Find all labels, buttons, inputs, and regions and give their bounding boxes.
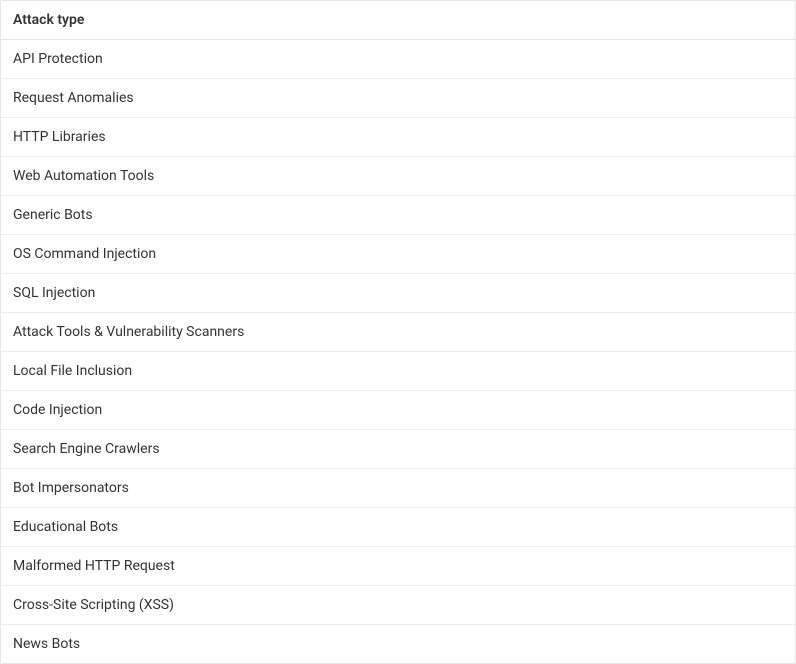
row-label: Web Automation Tools <box>13 168 154 184</box>
table-row[interactable]: Local File Inclusion <box>1 352 795 391</box>
header-label: Attack type <box>13 12 84 28</box>
attack-type-table: Attack type API Protection Request Anoma… <box>0 0 796 664</box>
table-row[interactable]: Attack Tools & Vulnerability Scanners <box>1 313 795 352</box>
table-row[interactable]: Request Anomalies <box>1 79 795 118</box>
row-label: SQL Injection <box>13 285 95 301</box>
row-label: Bot Impersonators <box>13 480 129 496</box>
row-label: Generic Bots <box>13 207 93 223</box>
row-label: Educational Bots <box>13 519 118 535</box>
table-row[interactable]: Malformed HTTP Request <box>1 547 795 586</box>
table-row[interactable]: Search Engine Crawlers <box>1 430 795 469</box>
table-row[interactable]: Bot Impersonators <box>1 469 795 508</box>
table-row[interactable]: OS Command Injection <box>1 235 795 274</box>
table-row[interactable]: HTTP Libraries <box>1 118 795 157</box>
table-row[interactable]: News Bots <box>1 625 795 663</box>
table-row[interactable]: SQL Injection <box>1 274 795 313</box>
row-label: Local File Inclusion <box>13 363 132 379</box>
table-row[interactable]: Web Automation Tools <box>1 157 795 196</box>
row-label: API Protection <box>13 51 103 67</box>
table-header: Attack type <box>1 1 795 40</box>
row-label: Code Injection <box>13 402 102 418</box>
table-row[interactable]: Cross-Site Scripting (XSS) <box>1 586 795 625</box>
row-label: Search Engine Crawlers <box>13 441 160 457</box>
table-row[interactable]: Code Injection <box>1 391 795 430</box>
row-label: OS Command Injection <box>13 246 156 262</box>
table-row[interactable]: Generic Bots <box>1 196 795 235</box>
row-label: Malformed HTTP Request <box>13 558 175 574</box>
table-row[interactable]: Educational Bots <box>1 508 795 547</box>
row-label: Attack Tools & Vulnerability Scanners <box>13 324 244 340</box>
table-row[interactable]: API Protection <box>1 40 795 79</box>
row-label: Request Anomalies <box>13 90 134 106</box>
row-label: News Bots <box>13 636 80 652</box>
row-label: Cross-Site Scripting (XSS) <box>13 597 174 613</box>
row-label: HTTP Libraries <box>13 129 106 145</box>
